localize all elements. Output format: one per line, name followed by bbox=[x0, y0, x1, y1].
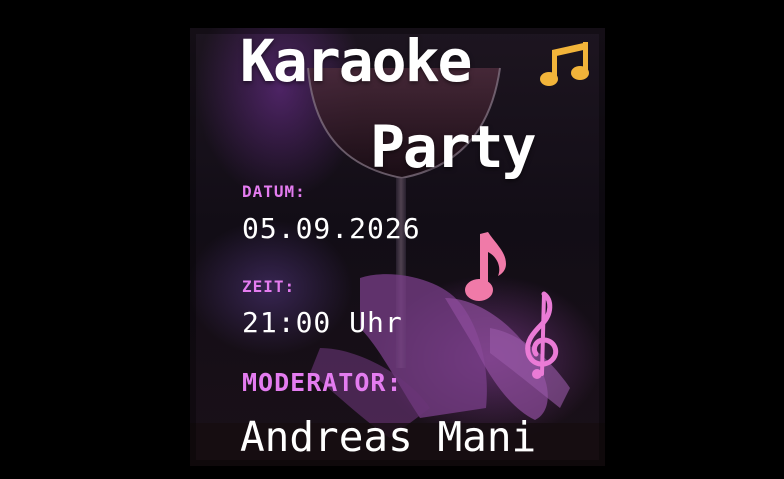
title-line-1: Karaoke bbox=[240, 28, 472, 95]
moderator-value: Andreas Mani bbox=[240, 413, 537, 461]
moderator-label: MODERATOR: bbox=[242, 368, 403, 397]
time-value: 21:00 Uhr bbox=[242, 306, 403, 339]
event-poster: Karaoke Party DATUM: 05.09.2026 ZEIT: 21… bbox=[190, 28, 605, 466]
eighth-note-icon bbox=[465, 232, 506, 301]
date-value: 05.09.2026 bbox=[242, 212, 421, 245]
treble-clef-icon bbox=[525, 291, 559, 379]
date-label: DATUM: bbox=[242, 182, 306, 201]
title-line-2: Party bbox=[370, 113, 537, 181]
time-label: ZEIT: bbox=[242, 277, 296, 296]
beamed-eighth-notes-icon bbox=[540, 42, 589, 86]
